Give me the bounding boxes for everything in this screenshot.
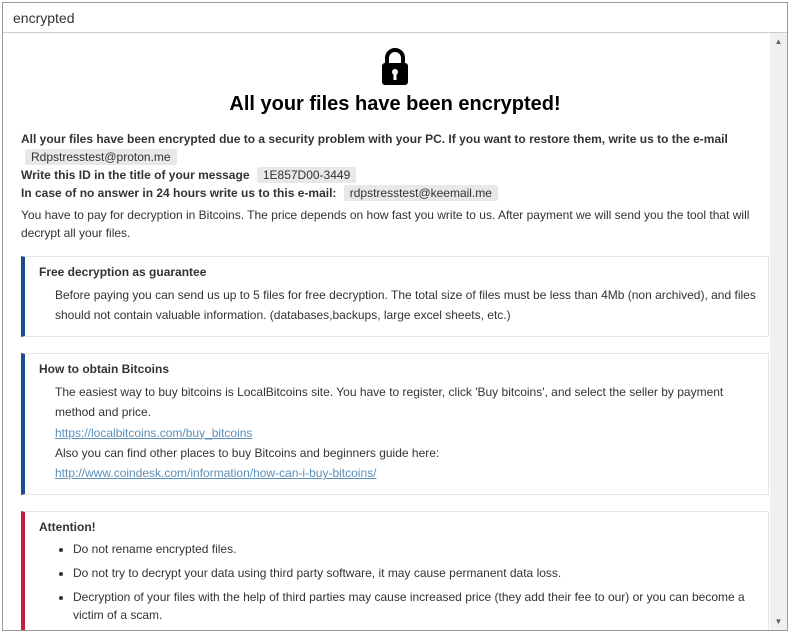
attention-box: Attention! Do not rename encrypted files… <box>21 511 769 630</box>
vertical-scrollbar[interactable]: ▲ ▼ <box>770 33 787 630</box>
list-item: Do not try to decrypt your data using th… <box>73 564 756 582</box>
intro-line1-text: All your files have been encrypted due t… <box>21 132 728 146</box>
box1-text: Before paying you can send us up to 5 fi… <box>55 285 756 326</box>
free-decryption-box: Free decryption as guarantee Before payi… <box>21 256 769 337</box>
attention-list: Do not rename encrypted files. Do not tr… <box>55 540 756 624</box>
intro-line3-text: In case of no answer in 24 hours write u… <box>21 186 340 200</box>
intro-line2-row: Write this ID in the title of your messa… <box>21 166 769 184</box>
intro-line3-row: In case of no answer in 24 hours write u… <box>21 184 769 202</box>
dialog-window: encrypted All your files have been encry… <box>2 2 788 631</box>
localbitcoins-link[interactable]: https://localbitcoins.com/buy_bitcoins <box>55 426 252 440</box>
scroll-down-arrow-icon[interactable]: ▼ <box>770 613 787 630</box>
intro-line1: All your files have been encrypted due t… <box>21 130 769 148</box>
list-item: Do not rename encrypted files. <box>73 540 756 558</box>
intro-block: All your files have been encrypted due t… <box>21 130 769 242</box>
scroll-track[interactable] <box>770 50 787 613</box>
content-scroll: All your files have been encrypted! All … <box>3 33 787 630</box>
coindesk-link[interactable]: http://www.coindesk.com/information/how-… <box>55 466 376 480</box>
box2-title: How to obtain Bitcoins <box>39 362 756 376</box>
payment-line: You have to pay for decryption in Bitcoi… <box>21 206 769 242</box>
contact-email-1: Rdpstresstest@proton.me <box>25 149 177 165</box>
window-title: encrypted <box>13 10 74 26</box>
box2-p2: Also you can find other places to buy Bi… <box>55 443 756 463</box>
box2-p1: The easiest way to buy bitcoins is Local… <box>55 382 756 423</box>
obtain-bitcoins-box: How to obtain Bitcoins The easiest way t… <box>21 353 769 495</box>
box3-title: Attention! <box>39 520 756 534</box>
header-block: All your files have been encrypted! <box>21 47 769 116</box>
list-item: Decryption of your files with the help o… <box>73 588 756 624</box>
titlebar: encrypted <box>3 3 787 33</box>
content-area: All your files have been encrypted! All … <box>3 33 787 630</box>
scroll-up-arrow-icon[interactable]: ▲ <box>770 33 787 50</box>
contact-email-2: rdpstresstest@keemail.me <box>344 185 498 201</box>
message-id: 1E857D00-3449 <box>257 167 356 183</box>
main-heading: All your files have been encrypted! <box>21 93 769 116</box>
lock-icon <box>377 47 413 87</box>
email1-row: Rdpstresstest@proton.me <box>21 148 769 166</box>
box1-title: Free decryption as guarantee <box>39 265 756 279</box>
intro-line2-text: Write this ID in the title of your messa… <box>21 168 250 182</box>
